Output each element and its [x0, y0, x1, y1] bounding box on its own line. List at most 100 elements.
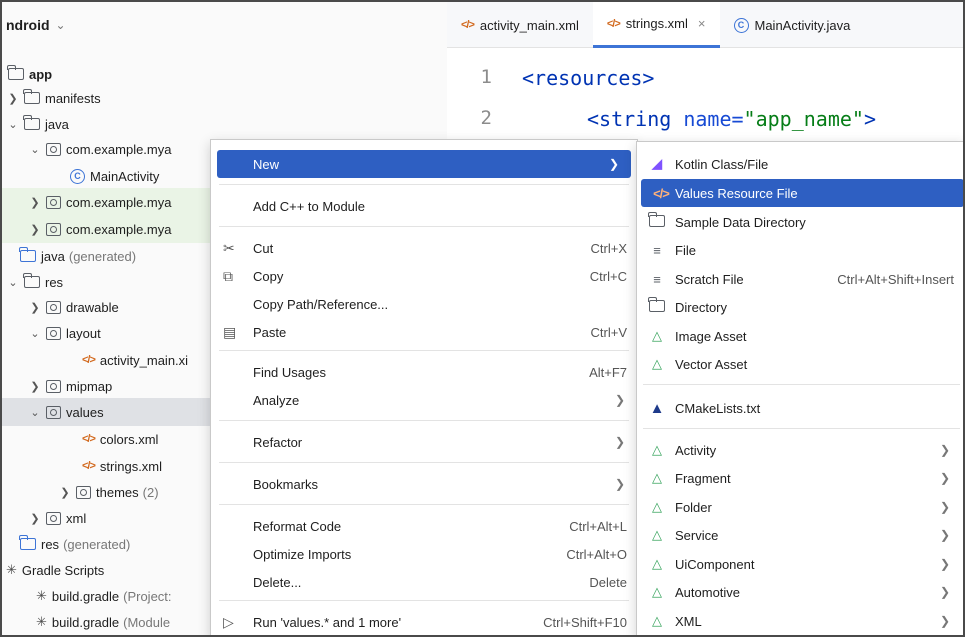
menu-item-refactor[interactable]: Refactor ❯	[211, 428, 637, 456]
tree-item-label: drawable	[66, 299, 119, 315]
new-submenu: ◢ Kotlin Class/File </> Values Resource …	[636, 141, 963, 635]
submenu-item-directory[interactable]: Directory	[637, 293, 963, 321]
submenu-item-file[interactable]: ≡ File	[637, 236, 963, 264]
submenu-item-label: Values Resource File	[675, 185, 798, 201]
code-line: <resources>	[522, 66, 654, 90]
chevron-right-icon[interactable]: ❯	[58, 486, 72, 499]
submenu-item-label: Image Asset	[675, 328, 747, 344]
menu-item-label: Run 'values.* and 1 more'	[253, 614, 402, 630]
menu-item-label: Paste	[253, 324, 287, 340]
tree-item-suffix: (Project:	[123, 588, 172, 604]
menu-item-copy[interactable]: ⧉ Copy Ctrl+C	[211, 262, 637, 290]
android-icon: △	[652, 442, 662, 457]
chevron-right-icon[interactable]: ❯	[28, 196, 42, 209]
tab-strings[interactable]: </> strings.xml ×	[592, 2, 720, 48]
submenu-item-activity[interactable]: △ Activity ❯	[637, 436, 963, 464]
gradle-icon: ✳	[36, 588, 47, 603]
menu-item-copy-path[interactable]: Copy Path/Reference...	[211, 290, 637, 318]
chevron-right-icon: ❯	[939, 443, 950, 457]
menu-item-label: Analyze	[253, 392, 300, 408]
tree-item-label: xml	[66, 510, 87, 526]
menu-item-paste[interactable]: ▤ Paste Ctrl+V	[211, 318, 637, 346]
kotlin-icon: ◢	[652, 156, 662, 171]
submenu-item-kotlin-class[interactable]: ◢ Kotlin Class/File	[637, 150, 963, 178]
submenu-item-service[interactable]: △ Service ❯	[637, 521, 963, 549]
tab-label: MainActivity.java	[754, 17, 851, 33]
submenu-item-label: Vector Asset	[675, 356, 748, 372]
menu-separator	[219, 420, 629, 421]
package-icon	[46, 195, 61, 209]
menu-item-new[interactable]: New ❯	[217, 150, 631, 178]
submenu-item-image-asset[interactable]: △ Image Asset	[637, 322, 963, 350]
menu-separator	[219, 600, 629, 601]
line-number: 1	[480, 66, 492, 88]
submenu-item-scratch-file[interactable]: ≡ Scratch File Ctrl+Alt+Shift+Insert	[637, 265, 963, 293]
menu-item-label: Copy Path/Reference...	[253, 296, 389, 312]
code-token: <resources>	[522, 66, 655, 90]
tree-item-java[interactable]: ⌄ java	[2, 110, 447, 138]
chevron-down-icon[interactable]: ⌄	[6, 118, 20, 131]
tree-item-label: mipmap	[66, 378, 113, 394]
code-token: >	[863, 107, 877, 131]
menu-item-label: Copy	[253, 268, 284, 284]
chevron-right-icon[interactable]: ❯	[28, 512, 42, 525]
submenu-item-automotive[interactable]: △ Automotive ❯	[637, 578, 963, 606]
file-icon: ≡	[653, 242, 661, 258]
chevron-down-icon[interactable]: ⌄	[6, 276, 20, 289]
chevron-right-icon[interactable]: ❯	[28, 301, 42, 314]
submenu-item-xml[interactable]: △ XML ❯	[637, 607, 963, 635]
chevron-right-icon: ❯	[614, 393, 625, 407]
menu-item-find-usages[interactable]: Find Usages Alt+F7	[211, 358, 637, 386]
menu-separator	[219, 184, 629, 185]
menu-item-bookmarks[interactable]: Bookmarks ❯	[211, 470, 637, 498]
menu-item-reformat-code[interactable]: Reformat Code Ctrl+Alt+L	[211, 512, 637, 540]
menu-item-label: Refactor	[253, 434, 303, 450]
submenu-item-vector-asset[interactable]: △ Vector Asset	[637, 350, 963, 378]
submenu-item-sample-data-directory[interactable]: Sample Data Directory	[637, 208, 963, 236]
scratch-file-icon: ≡	[653, 271, 661, 287]
chevron-down-icon[interactable]: ⌄	[28, 143, 42, 156]
chevron-right-icon: ❯	[939, 585, 950, 599]
submenu-item-fragment[interactable]: △ Fragment ❯	[637, 464, 963, 492]
xml-file-icon: </>	[82, 460, 96, 472]
tab-label: strings.xml	[625, 16, 688, 31]
folder-icon	[647, 211, 667, 230]
menu-item-analyze[interactable]: Analyze ❯	[211, 386, 637, 414]
chevron-right-icon[interactable]: ❯	[28, 380, 42, 393]
menu-item-run[interactable]: ▷ Run 'values.* and 1 more' Ctrl+Shift+F…	[211, 608, 637, 635]
chevron-down-icon[interactable]: ⌄	[28, 327, 42, 340]
chevron-down-icon[interactable]: ⌄	[28, 406, 42, 419]
tree-item-label: build.gradle	[51, 588, 120, 604]
chevron-right-icon: ❯	[939, 557, 950, 571]
tree-item-suffix: (2)	[142, 484, 159, 500]
shortcut-label: Delete	[589, 574, 627, 590]
close-icon[interactable]: ×	[698, 16, 706, 31]
submenu-item-uicomponent[interactable]: △ UiComponent ❯	[637, 550, 963, 578]
tree-item-manifests[interactable]: ❯ manifests	[2, 84, 447, 112]
tab-activity-main[interactable]: </> activity_main.xml	[447, 2, 593, 48]
code-token: <string	[587, 107, 672, 131]
menu-item-label: Cut	[253, 240, 274, 256]
chevron-right-icon[interactable]: ❯	[28, 223, 42, 236]
submenu-item-values-resource-file[interactable]: </> Values Resource File	[641, 179, 963, 207]
menu-item-add-cpp[interactable]: Add C++ to Module	[211, 192, 637, 220]
tree-item-label: java	[45, 116, 69, 132]
submenu-item-folder[interactable]: △ Folder ❯	[637, 493, 963, 521]
menu-item-delete[interactable]: Delete... Delete	[211, 568, 637, 596]
tree-item-label: com.example.mya	[66, 221, 172, 237]
xml-file-icon: </>	[82, 354, 96, 366]
menu-item-cut[interactable]: ✂ Cut Ctrl+X	[211, 234, 637, 262]
menu-item-label: Delete...	[253, 574, 302, 590]
project-view-selector[interactable]: ndroid ⌄	[2, 2, 447, 48]
submenu-item-cmakelists[interactable]: ▲ CMakeLists.txt	[637, 394, 963, 422]
tree-item-label: java	[41, 248, 65, 264]
tab-mainactivity[interactable]: C MainActivity.java	[720, 2, 865, 48]
folder-icon	[23, 115, 40, 130]
menu-item-optimize-imports[interactable]: Optimize Imports Ctrl+Alt+O	[211, 540, 637, 568]
menu-separator	[219, 462, 629, 463]
menu-separator	[219, 350, 629, 351]
submenu-item-label: Folder	[675, 499, 712, 515]
tree-item-label: activity_main.xi	[99, 352, 189, 368]
chevron-right-icon[interactable]: ❯	[6, 92, 20, 105]
submenu-item-label: Automotive	[675, 584, 741, 600]
